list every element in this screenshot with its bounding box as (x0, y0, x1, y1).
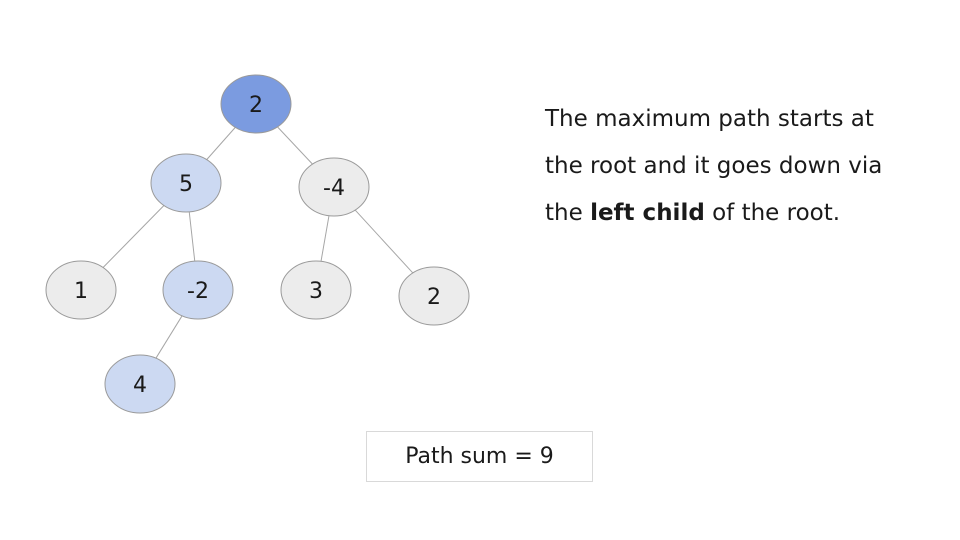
slide: 2 5 -4 1 -2 3 2 4 The maximum path starts at th… (0, 0, 960, 540)
tree-node-n2b: 2 (398, 266, 470, 326)
path-sum-label: Path sum = 9 (405, 444, 554, 469)
tree-node-label: 5 (179, 172, 193, 197)
tree-edge-root-n5 (206, 127, 236, 160)
tree-node-nm4: -4 (298, 157, 370, 217)
tree-node-label: 4 (133, 373, 147, 398)
tree-edges (102, 126, 414, 359)
tree-node-label: -2 (187, 279, 209, 304)
tree-edge-nm4-n2b (354, 209, 414, 274)
tree-edge-root-nm4 (277, 126, 313, 165)
tree-node-label: 1 (74, 279, 88, 304)
tree-node-label: 2 (427, 285, 441, 310)
tree-node-n3: 3 (280, 260, 352, 320)
tree-node-n4: 4 (104, 354, 176, 414)
tree-node-n1: 1 (45, 260, 117, 320)
explanation-text: The maximum path starts at the root and … (545, 96, 905, 237)
tree-nodes: 2 5 -4 1 -2 3 2 4 (45, 74, 470, 414)
tree-node-nm2: -2 (162, 260, 234, 320)
tree-edge-nm2-n4 (155, 315, 183, 359)
tree-edge-n5-nm2 (188, 211, 196, 262)
tree-node-label: 2 (249, 93, 263, 118)
tree-node-label: -4 (323, 176, 345, 201)
tree-edge-nm4-n3 (320, 215, 330, 262)
tree-node-label: 3 (309, 279, 323, 304)
path-sum-box: Path sum = 9 (366, 431, 593, 482)
tree-edge-n5-n1 (102, 205, 165, 268)
tree-node-n5: 5 (150, 153, 222, 213)
explanation-bold: left child (590, 200, 705, 226)
explanation-after: of the root. (704, 200, 841, 226)
tree-node-root: 2 (220, 74, 292, 134)
